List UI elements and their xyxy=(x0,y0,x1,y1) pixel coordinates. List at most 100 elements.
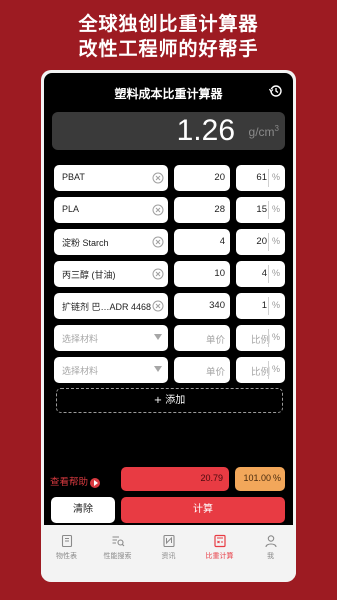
phone-frame: 塑料成本比重计算器 1.26 g/cm3 PBAT 20 61% PLA 28 xyxy=(41,70,296,582)
ratio-input[interactable]: 20% xyxy=(236,229,285,255)
tab-news[interactable]: 资讯 xyxy=(143,534,194,561)
ratio-divider xyxy=(268,233,269,251)
price-value: 340 xyxy=(209,300,225,311)
tab-label: 比重计算 xyxy=(205,552,234,560)
chevron-down-icon[interactable] xyxy=(154,334,162,340)
ratio-divider xyxy=(268,201,269,219)
ratio-value: 20 xyxy=(256,236,267,247)
percent-sign: % xyxy=(271,364,280,374)
empty-material-row: 选择材料 单价 比例% xyxy=(54,325,285,351)
ratio-input[interactable]: 4% xyxy=(236,261,285,287)
price-value: 4 xyxy=(219,236,225,247)
density-value: 1.26 xyxy=(176,114,235,147)
ratio-input[interactable]: 15% xyxy=(236,197,285,223)
total-ratio-display: 101.00 % xyxy=(235,467,285,491)
percent-sign: % xyxy=(271,268,280,278)
ratio-value: 61 xyxy=(256,172,267,183)
calculate-button[interactable]: 计算 xyxy=(121,497,285,523)
search-list-icon xyxy=(112,536,124,547)
material-row: 扩链剂 巴…ADR 4468 340 1% xyxy=(54,293,285,319)
clear-icon[interactable] xyxy=(152,236,164,248)
total-price-value: 20.79 xyxy=(200,473,223,483)
price-input[interactable]: 340 xyxy=(174,293,230,319)
history-icon[interactable] xyxy=(269,84,283,98)
price-input[interactable]: 单价 xyxy=(174,357,230,383)
percent-sign: % xyxy=(271,300,280,310)
tab-label: 物性表 xyxy=(56,552,77,560)
material-select[interactable]: PLA xyxy=(54,197,168,223)
material-row: 淀粉 Starch 4 20% xyxy=(54,229,285,255)
material-select[interactable]: 选择材料 xyxy=(54,357,168,383)
play-icon xyxy=(90,477,101,488)
help-link[interactable]: 查看帮助 xyxy=(50,474,101,488)
ratio-value: 4 xyxy=(261,268,267,279)
add-material-button[interactable]: + 添加 xyxy=(56,388,283,413)
price-input[interactable]: 10 xyxy=(174,261,230,287)
price-placeholder: 单价 xyxy=(205,367,225,378)
density-result-display: 1.26 g/cm3 xyxy=(52,112,285,150)
ratio-divider xyxy=(268,265,269,283)
percent-sign: % xyxy=(271,204,280,214)
calculator-icon xyxy=(213,534,226,548)
chevron-down-icon[interactable] xyxy=(154,366,162,372)
price-input[interactable]: 单价 xyxy=(174,325,230,351)
material-name: PBAT xyxy=(62,172,85,182)
calculator-screen: 塑料成本比重计算器 1.26 g/cm3 PBAT 20 61% PLA 28 xyxy=(44,73,293,525)
total-price-display: 20.79 xyxy=(121,467,229,491)
material-select[interactable]: 丙三醇 (甘油) xyxy=(54,261,168,287)
tab-me[interactable]: 我 xyxy=(245,534,296,561)
price-value: 10 xyxy=(214,268,225,279)
material-select[interactable]: 扩链剂 巴…ADR 4468 xyxy=(54,293,168,319)
clear-icon[interactable] xyxy=(152,268,164,280)
material-row: 丙三醇 (甘油) 10 4% xyxy=(54,261,285,287)
ratio-input[interactable]: 61% xyxy=(236,165,285,191)
promo-banner: 全球独创比重计算器 改性工程师的好帮手 xyxy=(0,12,337,62)
tab-materials[interactable]: 物性表 xyxy=(41,534,92,561)
ratio-input[interactable]: 比例% xyxy=(236,357,285,383)
clear-icon[interactable] xyxy=(152,300,164,312)
tab-label: 性能搜索 xyxy=(103,552,132,560)
clear-icon[interactable] xyxy=(152,172,164,184)
ratio-divider xyxy=(268,329,269,347)
ratio-input[interactable]: 1% xyxy=(236,293,285,319)
material-row: PLA 28 15% xyxy=(54,197,285,223)
percent-sign: % xyxy=(272,473,281,483)
material-placeholder: 选择材料 xyxy=(62,366,99,376)
material-name: 丙三醇 (甘油) xyxy=(62,270,116,280)
promo-line-1: 全球独创比重计算器 xyxy=(78,13,259,35)
news-icon xyxy=(162,534,175,548)
book-icon xyxy=(61,534,72,548)
clear-icon[interactable] xyxy=(152,204,164,216)
material-placeholder: 选择材料 xyxy=(62,334,99,344)
price-input[interactable]: 28 xyxy=(174,197,230,223)
ratio-divider xyxy=(268,297,269,315)
tab-label: 我 xyxy=(267,552,274,560)
percent-sign: % xyxy=(271,332,280,342)
price-placeholder: 单价 xyxy=(205,335,225,346)
material-name: 淀粉 Starch xyxy=(62,238,109,248)
material-select[interactable]: PBAT xyxy=(54,165,168,191)
ratio-divider xyxy=(268,361,269,379)
ratio-value: 15 xyxy=(256,204,267,215)
material-name: PLA xyxy=(62,204,80,214)
material-name: 扩链剂 巴…ADR 4468 xyxy=(62,302,152,312)
user-icon xyxy=(264,535,277,548)
ratio-value: 1 xyxy=(261,300,267,311)
tab-label: 资讯 xyxy=(161,552,176,560)
page-title: 塑料成本比重计算器 xyxy=(114,87,223,101)
empty-material-row: 选择材料 单价 比例% xyxy=(54,357,285,383)
percent-sign: % xyxy=(271,172,280,182)
bottom-tab-bar: 物性表 性能搜索 资讯 比重计算 我 xyxy=(41,528,296,578)
material-select[interactable]: 选择材料 xyxy=(54,325,168,351)
tab-density-calc[interactable]: 比重计算 xyxy=(194,534,245,561)
clear-button[interactable]: 清除 xyxy=(51,497,115,523)
price-value: 28 xyxy=(214,204,225,215)
material-row: PBAT 20 61% xyxy=(54,165,285,191)
price-input[interactable]: 4 xyxy=(174,229,230,255)
price-value: 20 xyxy=(214,172,225,183)
material-select[interactable]: 淀粉 Starch xyxy=(54,229,168,255)
price-input[interactable]: 20 xyxy=(174,165,230,191)
ratio-input[interactable]: 比例% xyxy=(236,325,285,351)
tab-property-search[interactable]: 性能搜索 xyxy=(92,534,143,561)
total-ratio-value: 101.00 xyxy=(243,473,271,483)
